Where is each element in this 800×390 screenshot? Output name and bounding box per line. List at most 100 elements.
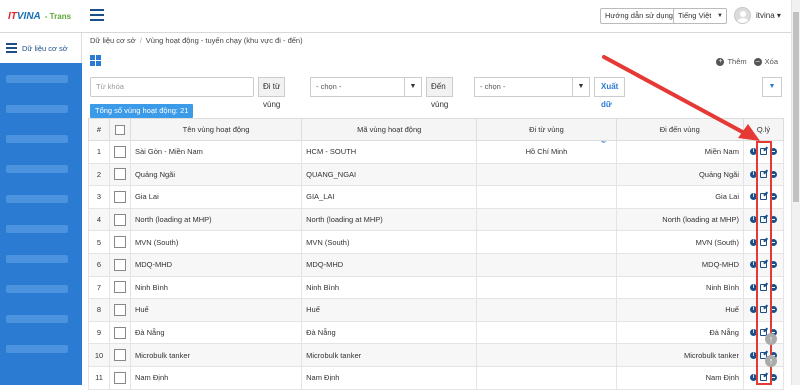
sidebar-item-blurred[interactable] bbox=[6, 225, 68, 233]
row-checkbox-cell bbox=[108, 252, 131, 277]
sidebar-item-blurred[interactable] bbox=[6, 135, 68, 143]
row-checkbox[interactable] bbox=[113, 258, 126, 271]
help-button[interactable]: Hướng dẫn sử dụng bbox=[600, 8, 678, 24]
table-row[interactable]: 5 MVN (South) MVN (South) MVN (South) i bbox=[88, 230, 785, 254]
highlight-box bbox=[756, 141, 772, 385]
row-checkbox[interactable] bbox=[113, 236, 126, 249]
table-row[interactable]: 9 Đà Nẵng Đà Nẵng Đà Nẵng i bbox=[88, 320, 785, 345]
region-code: Đà Nẵng bbox=[301, 320, 478, 345]
region-to: North (loading at MHP) bbox=[615, 207, 744, 232]
table-row[interactable]: 8 Huế Huế Huế i bbox=[88, 298, 785, 322]
table-header-row: # Tên vùng hoạt động Mã vùng hoạt động Đ… bbox=[88, 118, 785, 141]
menu-toggle-icon[interactable] bbox=[90, 9, 104, 21]
table-row[interactable]: 2 Quảng Ngãi QUANG_NGAI Quảng Ngãi i bbox=[88, 162, 785, 187]
region-from bbox=[476, 365, 617, 390]
region-code: QUANG_NGAI bbox=[301, 162, 478, 187]
region-code: HCM - SOUTH bbox=[301, 140, 478, 164]
region-from bbox=[476, 185, 617, 209]
delete-button[interactable]: – Xóa bbox=[753, 57, 778, 66]
sidebar-item-blurred[interactable] bbox=[6, 105, 68, 113]
user-menu[interactable]: itvina ▾ bbox=[756, 11, 781, 20]
plus-icon: + bbox=[716, 57, 725, 66]
sidebar-item-blurred[interactable] bbox=[6, 285, 68, 293]
breadcrumb-root[interactable]: Dữ liệu cơ sở bbox=[90, 36, 136, 45]
row-checkbox[interactable] bbox=[113, 303, 126, 316]
chevron-down-icon[interactable]: ▼ bbox=[404, 77, 422, 97]
keyword-input[interactable]: Từ khóa bbox=[90, 77, 254, 97]
table-row[interactable]: 3 Gia Lai GIA_LAI Gia Lai i bbox=[88, 185, 785, 209]
to-region-select[interactable]: - chọn - bbox=[474, 77, 574, 97]
expand-filter-button[interactable]: ▼ bbox=[762, 77, 782, 97]
table-row[interactable]: 6 MDQ-MHD MDQ-MHD MDQ-MHD i bbox=[88, 252, 785, 277]
row-checkbox[interactable] bbox=[113, 371, 126, 384]
scroll-up-button[interactable]: ↑ bbox=[765, 355, 777, 367]
region-from bbox=[476, 298, 617, 322]
region-to: Huế bbox=[615, 298, 744, 322]
sidebar-item-blurred[interactable] bbox=[6, 255, 68, 263]
row-num: 9 bbox=[88, 320, 110, 345]
language-select[interactable]: Tiếng Việt ▼ bbox=[673, 8, 727, 24]
select-all-checkbox[interactable] bbox=[114, 124, 125, 135]
row-num: 8 bbox=[88, 298, 110, 322]
row-checkbox[interactable] bbox=[113, 190, 126, 203]
page-scrollbar[interactable] bbox=[791, 0, 800, 385]
row-checkbox[interactable] bbox=[113, 168, 126, 181]
region-code: GIA_LAI bbox=[301, 185, 478, 209]
table-row[interactable]: 11 Nam Định Nam Định Nam Định i bbox=[88, 365, 785, 390]
region-to: MDQ-MHD bbox=[615, 252, 744, 277]
row-checkbox[interactable] bbox=[113, 281, 126, 294]
table-row[interactable]: 10 Microbulk tanker Microbulk tanker Microb… bbox=[88, 343, 785, 367]
region-name: MDQ-MHD bbox=[129, 252, 303, 277]
avatar[interactable] bbox=[734, 7, 751, 24]
table-row[interactable]: 1 Sài Gòn - Miền Nam HCM - SOUTH Hồ Chí Min… bbox=[88, 140, 785, 164]
scroll-top-button[interactable]: ↑ bbox=[765, 333, 777, 345]
language-value: Tiếng Việt bbox=[678, 11, 712, 20]
top-header: IT VINA - Trans Hướng dẫn sử dụng Tiếng … bbox=[0, 0, 800, 33]
sidebar-item-blurred[interactable] bbox=[6, 195, 68, 203]
table-row[interactable]: 4 North (loading at MHP) North (loading at… bbox=[88, 207, 785, 232]
to-region-label: Đến vùng bbox=[426, 77, 454, 109]
row-checkbox[interactable] bbox=[113, 349, 126, 362]
region-from bbox=[476, 162, 617, 187]
col-from[interactable]: Đi từ vùng bbox=[476, 118, 617, 141]
region-to: Miền Nam bbox=[615, 140, 744, 164]
row-checkbox-cell bbox=[108, 275, 131, 300]
col-code[interactable]: Mã vùng hoạt động bbox=[301, 118, 478, 141]
list-icon bbox=[6, 43, 17, 53]
region-code: Nam Định bbox=[301, 365, 478, 390]
row-num: 3 bbox=[88, 185, 110, 209]
from-region-label: Đi từ vùng bbox=[258, 77, 286, 109]
row-checkbox[interactable] bbox=[113, 213, 126, 226]
row-checkbox-cell bbox=[108, 207, 131, 232]
row-checkbox-cell bbox=[108, 343, 131, 367]
region-from bbox=[476, 252, 617, 277]
row-checkbox-cell bbox=[108, 298, 131, 322]
app-logo[interactable]: IT VINA - Trans bbox=[8, 11, 71, 23]
grid-view-icon[interactable] bbox=[90, 55, 101, 66]
sidebar-item-base-data[interactable]: Dữ liệu cơ sở bbox=[0, 33, 82, 63]
row-checkbox[interactable] bbox=[113, 145, 126, 158]
col-to[interactable]: Đi đến vùng bbox=[615, 118, 744, 141]
row-checkbox-cell bbox=[108, 162, 131, 187]
col-name[interactable]: Tên vùng hoạt động bbox=[129, 118, 303, 141]
region-code: MDQ-MHD bbox=[301, 252, 478, 277]
export-button[interactable]: Xuất dữ liệu ⟳ bbox=[594, 77, 626, 145]
sidebar-item-blurred[interactable] bbox=[6, 165, 68, 173]
row-checkbox[interactable] bbox=[113, 326, 126, 339]
region-from bbox=[476, 230, 617, 254]
add-button[interactable]: + Thêm bbox=[716, 57, 747, 66]
regions-table: # Tên vùng hoạt động Mã vùng hoạt động Đ… bbox=[88, 118, 785, 390]
region-code: MVN (South) bbox=[301, 230, 478, 254]
sidebar-item-blurred[interactable] bbox=[6, 75, 68, 83]
row-num: 2 bbox=[88, 162, 110, 187]
sidebar-item-blurred[interactable] bbox=[6, 315, 68, 323]
from-region-select[interactable]: - chọn - bbox=[310, 77, 408, 97]
region-from bbox=[476, 207, 617, 232]
row-num: 6 bbox=[88, 252, 110, 277]
region-name: Nam Định bbox=[129, 365, 303, 390]
username-label: itvina bbox=[756, 11, 775, 20]
sidebar-item-blurred[interactable] bbox=[6, 345, 68, 353]
region-from bbox=[476, 275, 617, 300]
chevron-down-icon[interactable]: ▼ bbox=[572, 77, 590, 97]
table-row[interactable]: 7 Ninh Bình Ninh Bình Ninh Bình i bbox=[88, 275, 785, 300]
